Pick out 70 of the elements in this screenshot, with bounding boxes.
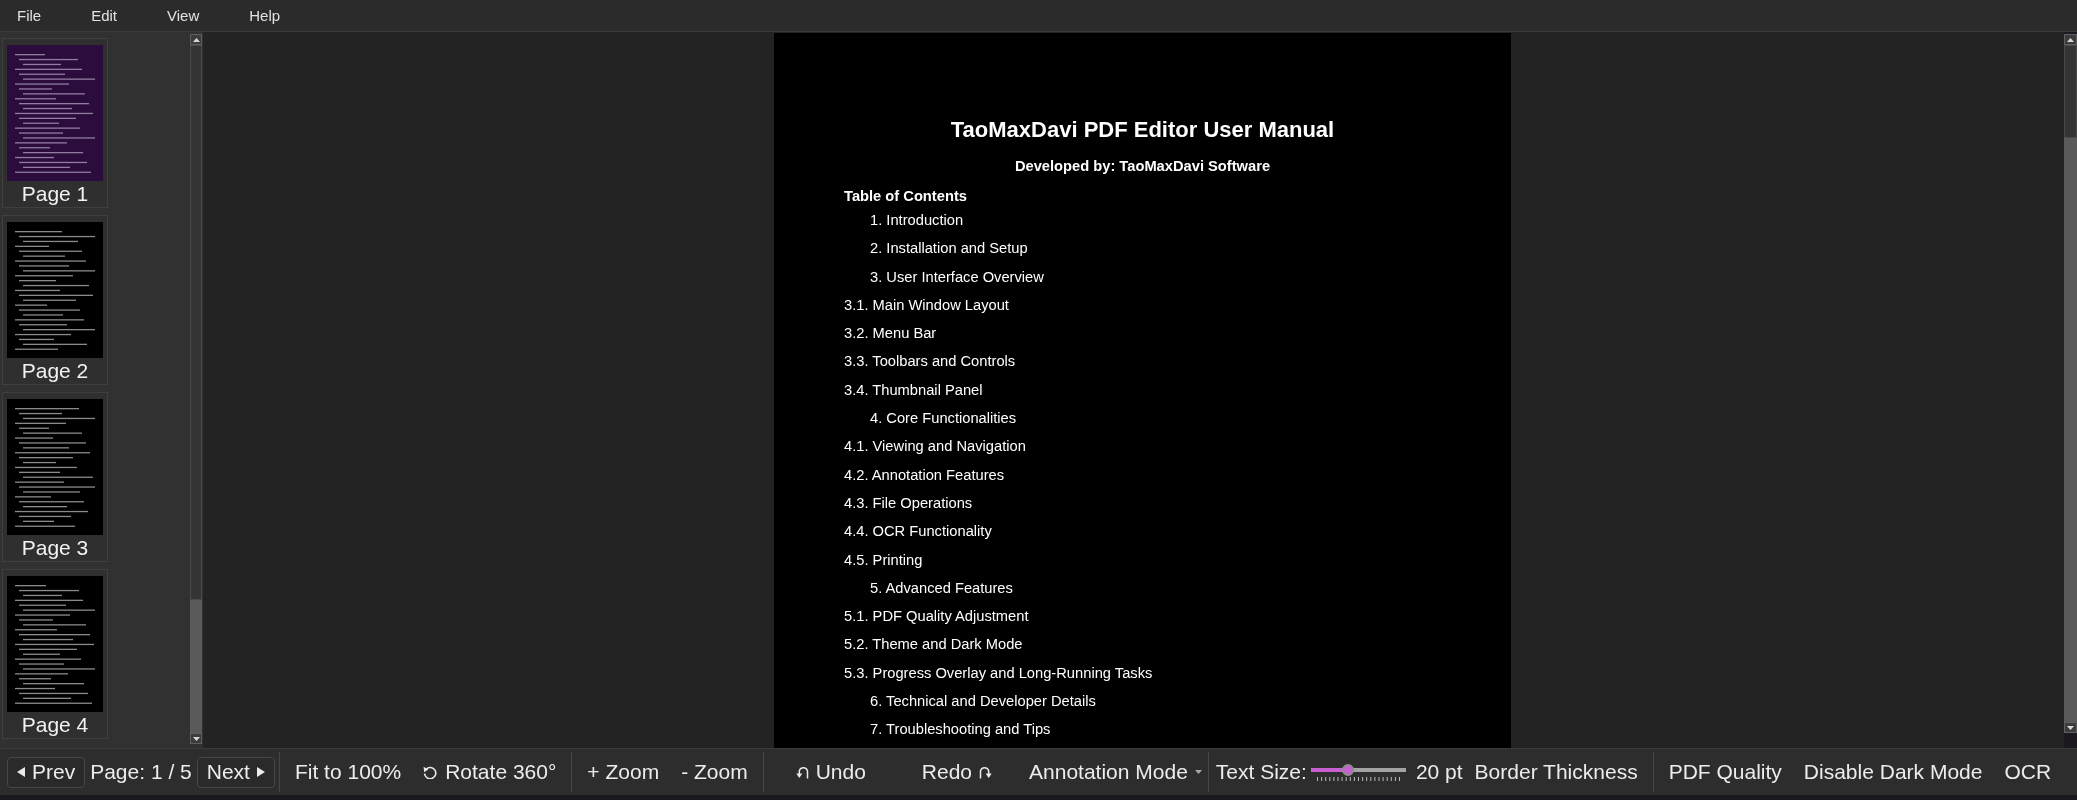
page-label: Page 1 bbox=[21, 181, 89, 207]
toolbar-button[interactable]: + Zoom bbox=[576, 755, 671, 789]
toc-entry: 3.1. Main Window Layout bbox=[844, 295, 1009, 315]
redo-button[interactable]: Redo bbox=[893, 755, 1021, 789]
toc-entry: 5.1. PDF Quality Adjustment bbox=[844, 607, 1029, 627]
toolbar-button[interactable]: PDF Quality bbox=[1657, 755, 1793, 789]
scroll-up-button[interactable] bbox=[190, 34, 202, 45]
caret-left-icon bbox=[17, 767, 25, 777]
toc-entry: 1. Introduction bbox=[870, 211, 964, 230]
tick-scale-icon bbox=[1316, 776, 1400, 781]
page-label: Page 4 bbox=[21, 712, 89, 738]
scroll-down-button[interactable] bbox=[190, 733, 202, 744]
toc-entry: 3.2. Menu Bar bbox=[844, 324, 937, 344]
toc-entry: 4.2. Annotation Features bbox=[844, 465, 1005, 485]
scrollbar[interactable] bbox=[190, 34, 202, 744]
toc-entry: 7. Troubleshooting and Tips bbox=[870, 720, 1051, 740]
document-subtitle: Developed by: TaoMaxDavi Software bbox=[1014, 157, 1271, 176]
annotation-mode-dropdown[interactable]: Annotation Mode bbox=[1020, 755, 1204, 789]
triangle-up-icon bbox=[2067, 37, 2074, 42]
size-reading: 20 pt bbox=[1415, 759, 1463, 785]
prev-button[interactable]: Prev bbox=[7, 756, 86, 788]
toc-entry: 4.3. File Operations bbox=[844, 493, 973, 513]
menu-item[interactable]: Help bbox=[224, 0, 306, 31]
triangle-down-icon bbox=[2067, 725, 2074, 730]
undo-button[interactable]: Undo bbox=[767, 755, 894, 789]
menu-item[interactable]: File bbox=[0, 0, 67, 31]
page-indicator: Page: 1 / 5 bbox=[90, 759, 192, 785]
toc-entry: 3.4. Thumbnail Panel bbox=[844, 380, 983, 400]
scrollbar-thumb[interactable] bbox=[2064, 45, 2077, 138]
toc-entry: 4.5. Printing bbox=[844, 550, 923, 570]
toc-entry: 4.1. Viewing and Navigation bbox=[844, 437, 1026, 457]
toolbar-button[interactable]: Border Thickness bbox=[1463, 755, 1649, 789]
undo-icon bbox=[795, 765, 809, 779]
toolbar-button[interactable]: OCR bbox=[1993, 755, 2063, 789]
toc-entry: 4.4. OCR Functionality bbox=[844, 522, 992, 542]
toc-entry: 4. Core Functionalities bbox=[870, 409, 1017, 429]
caret-right-icon bbox=[256, 767, 265, 777]
toc-entry: 3. User Interface Overview bbox=[870, 267, 1044, 287]
toc-entry: 2. Installation and Setup bbox=[870, 239, 1028, 259]
caret-down-icon bbox=[1194, 770, 1202, 774]
toolbar-label: Text Size: bbox=[1215, 759, 1307, 785]
scrollbar-thumb[interactable] bbox=[190, 45, 202, 600]
scroll-up-button[interactable] bbox=[2064, 34, 2077, 45]
rotate-button[interactable]: Rotate 360° bbox=[412, 755, 568, 789]
page-label: Page 3 bbox=[21, 535, 89, 561]
toc-entry: 5.2. Theme and Dark Mode bbox=[844, 635, 1023, 655]
rotate-icon bbox=[423, 765, 438, 779]
toolbar-button[interactable]: - Zoom bbox=[670, 755, 759, 789]
scroll-down-button[interactable] bbox=[2064, 722, 2077, 733]
scrollbar[interactable] bbox=[2064, 34, 2077, 733]
toolbar-button[interactable]: Disable Dark Mode bbox=[1792, 755, 1994, 789]
toc-entry: 5. Advanced Features bbox=[870, 578, 1013, 598]
slider-thumb[interactable] bbox=[1342, 763, 1355, 776]
toolbar-button[interactable]: Fit to 100% bbox=[283, 755, 413, 789]
thumbnail-item[interactable]: Page 4 bbox=[2, 569, 108, 739]
thumbnail-item[interactable]: Page 2 bbox=[2, 215, 108, 385]
menu-item[interactable]: View bbox=[142, 0, 225, 31]
toc-heading: Table of Contents bbox=[844, 187, 967, 206]
triangle-up-icon bbox=[192, 37, 200, 42]
document-title: TaoMaxDavi PDF Editor User Manual bbox=[950, 116, 1335, 144]
triangle-down-icon bbox=[192, 736, 200, 741]
next-button[interactable]: Next bbox=[196, 756, 275, 788]
thumbnail-item[interactable]: Page 1 bbox=[2, 38, 108, 208]
thumbnail-item[interactable]: Page 3 bbox=[2, 392, 108, 562]
page-label: Page 2 bbox=[21, 358, 89, 384]
redo-icon bbox=[979, 765, 993, 779]
menu-item[interactable]: Edit bbox=[66, 0, 143, 31]
toc-entry: 5.3. Progress Overlay and Long-Running Tasks bbox=[844, 663, 1153, 683]
toc-entry: 3.3. Toolbars and Controls bbox=[844, 352, 1016, 372]
toc-entry: 6. Technical and Developer Details bbox=[870, 692, 1096, 712]
